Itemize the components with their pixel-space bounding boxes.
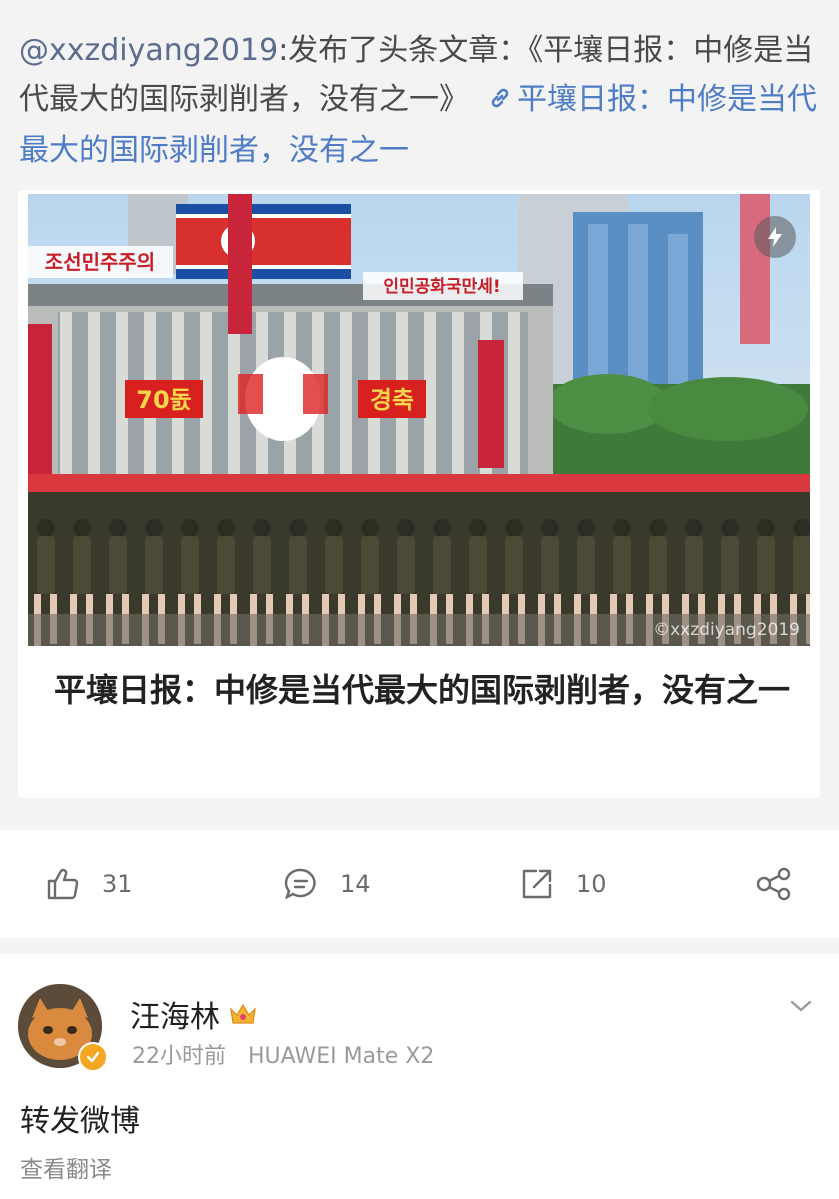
original-post: @xxzdiyang2019:发布了头条文章：《平壤日报：中修是当代最大的国际剥… [0, 0, 839, 830]
post-meta: 22小时前 HUAWEI Mate X2 [132, 1038, 434, 1070]
repost-button[interactable]: 10 [520, 864, 607, 904]
article-title[interactable]: 平壤日报：中修是当代最大的国际剥削者，没有之一 [54, 664, 794, 716]
banner-center: 인민공화국만세! [383, 277, 500, 297]
flash-icon [768, 227, 782, 247]
verified-badge [78, 1042, 108, 1072]
section-divider [0, 938, 839, 954]
comment-icon [284, 868, 316, 900]
verified-icon [86, 1051, 100, 1063]
sign-celebrate: 경축 [370, 386, 414, 414]
crown-icon [230, 1003, 256, 1024]
share-button[interactable] [756, 864, 794, 904]
flash-badge [754, 216, 796, 258]
chevron-down-icon[interactable] [789, 998, 813, 1014]
sign-70: 70돐 [136, 386, 191, 414]
share-icon [756, 867, 791, 901]
post-time: 22小时前 [132, 1044, 226, 1069]
banner-left: 조선민주주의 [45, 250, 155, 274]
repost-entry: 汪海林 22小时前 HUAWEI Mate X2 转发微博 查看翻译 [0, 954, 839, 1199]
article-cover-image: 70돐 경축 조선민주주의 인민공화국만세! ©xxzdiyang2019 [28, 194, 810, 646]
repost-text: 转发微博 [20, 1104, 140, 1139]
like-icon [47, 868, 79, 900]
translate-link[interactable]: 查看翻译 [20, 1150, 112, 1184]
like-count: 31 [102, 870, 133, 898]
repost-count: 10 [576, 870, 607, 898]
post-text: @xxzdiyang2019:发布了头条文章：《平壤日报：中修是当代最大的国际剥… [19, 26, 819, 175]
image-watermark: ©xxzdiyang2019 [653, 620, 800, 640]
repost-icon [522, 869, 552, 899]
username-text: 汪海林 [130, 1000, 220, 1035]
link-icon [487, 77, 513, 126]
username[interactable]: 汪海林 [130, 992, 258, 1036]
article-card[interactable]: 70돐 경축 조선민주주의 인민공화국만세! ©xxzdiyang2019 平壤… [18, 190, 820, 798]
action-bar: 31 14 10 [0, 830, 839, 938]
comment-button[interactable]: 14 [284, 864, 371, 904]
mention-link[interactable]: @xxzdiyang2019 [19, 33, 278, 68]
like-button[interactable]: 31 [46, 864, 133, 904]
post-device: HUAWEI Mate X2 [248, 1044, 435, 1069]
comment-count: 14 [340, 870, 371, 898]
